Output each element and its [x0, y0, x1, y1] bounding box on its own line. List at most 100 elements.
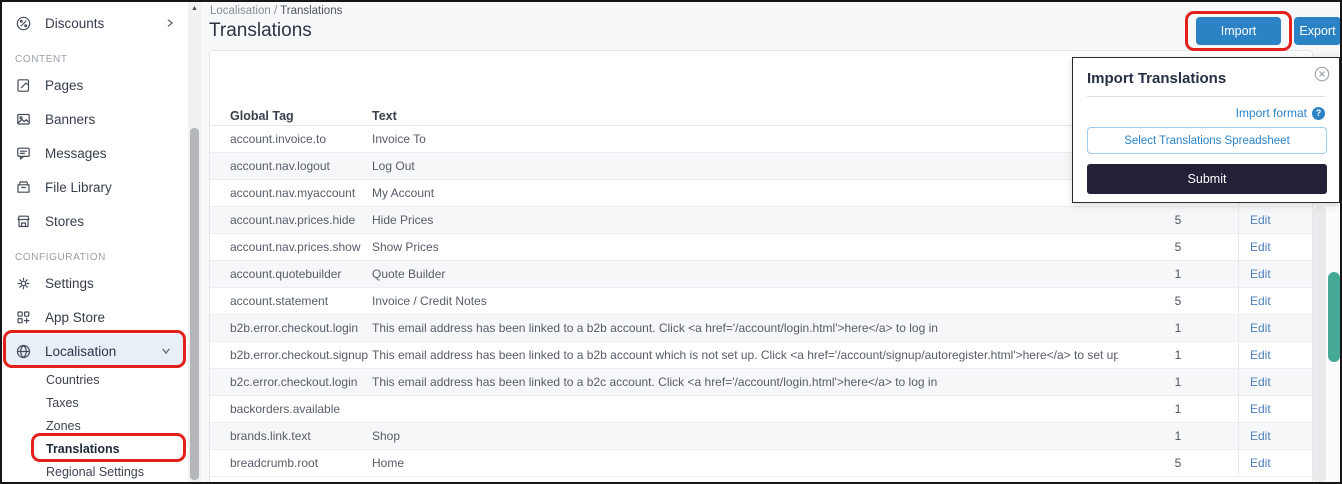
table-row: account.statement Invoice / Credit Notes…: [210, 288, 1312, 315]
cell-count: 1: [1118, 267, 1238, 281]
sidebar-subitem-taxes[interactable]: Taxes: [2, 391, 188, 414]
sidebar-item-pages[interactable]: Pages: [2, 68, 188, 102]
sidebar-item-localisation[interactable]: Localisation: [6, 334, 184, 368]
table-row: b2b.error.checkout.login This email addr…: [210, 315, 1312, 342]
sidebar-item-label: Localisation: [45, 344, 116, 359]
cell-count: 1: [1118, 402, 1238, 416]
sidebar-item-label: Discounts: [45, 16, 104, 31]
cell-text: Invoice To: [372, 132, 1118, 146]
sidebar-item-app-store[interactable]: App Store: [2, 300, 188, 334]
breadcrumb-translations[interactable]: Translations: [280, 5, 342, 17]
cell-count: 1: [1118, 321, 1238, 335]
modal-divider: [1087, 96, 1325, 97]
import-format-link[interactable]: Import format ?: [1236, 106, 1325, 120]
cell-global-tag: backorders.available: [210, 402, 372, 416]
cell-count: 5: [1118, 456, 1238, 470]
edit-link[interactable]: Edit: [1238, 396, 1312, 422]
sidebar-item-label: Banners: [45, 112, 95, 127]
sidebar-subitem-countries[interactable]: Countries: [2, 368, 188, 391]
export-button[interactable]: Export: [1294, 17, 1341, 45]
sidebar: Discounts CONTENT Pages Banners Messages: [2, 2, 188, 482]
table-row: b2c.error.checkout.login This email addr…: [210, 369, 1312, 396]
edit-link[interactable]: Edit: [1238, 423, 1312, 449]
banners-icon: [15, 111, 32, 128]
edit-link[interactable]: Edit: [1238, 288, 1312, 314]
sidebar-item-stores[interactable]: Stores: [2, 204, 188, 238]
cell-global-tag: b2b.error.checkout.login: [210, 321, 372, 335]
close-icon[interactable]: [1314, 66, 1330, 82]
app-store-icon: [15, 309, 32, 326]
sidebar-item-label: Pages: [45, 78, 83, 93]
cell-count: 5: [1118, 240, 1238, 254]
chevron-down-icon: [160, 345, 172, 357]
localisation-icon: [15, 343, 32, 360]
sidebar-scrollbar[interactable]: ▲: [188, 2, 201, 482]
sidebar-section-configuration: CONFIGURATION: [2, 248, 188, 266]
cell-count: 5: [1118, 213, 1238, 227]
sidebar-item-settings[interactable]: Settings: [2, 266, 188, 300]
pages-icon: [15, 77, 32, 94]
sidebar-item-banners[interactable]: Banners: [2, 102, 188, 136]
sidebar-subitem-translations[interactable]: Translations: [2, 437, 188, 460]
column-header-global-tag: Global Tag: [210, 109, 372, 123]
cell-global-tag: brands.link.text: [210, 429, 372, 443]
file-library-icon: [15, 179, 32, 196]
sidebar-subitem-regional-settings[interactable]: Regional Settings: [2, 460, 188, 483]
cell-global-tag: account.quotebuilder: [210, 267, 372, 281]
select-translations-spreadsheet-button[interactable]: Select Translations Spreadsheet: [1087, 127, 1327, 154]
sidebar-item-messages[interactable]: Messages: [2, 136, 188, 170]
discount-icon: [15, 15, 32, 32]
cell-count: 1: [1118, 348, 1238, 362]
import-button[interactable]: Import: [1196, 17, 1281, 45]
sidebar-item-label: Settings: [45, 276, 94, 291]
sidebar-item-label: Messages: [45, 146, 107, 161]
cell-text: My Account: [372, 186, 1118, 200]
cell-text: Shop: [372, 429, 1118, 443]
app-window: Discounts CONTENT Pages Banners Messages: [0, 0, 1342, 484]
sidebar-section-content: CONTENT: [2, 50, 188, 68]
cell-count: 1: [1118, 375, 1238, 389]
sidebar-item-label: File Library: [45, 180, 112, 195]
cell-global-tag: b2c.error.checkout.login: [210, 375, 372, 389]
cell-global-tag: account.nav.prices.hide: [210, 213, 372, 227]
edit-link[interactable]: Edit: [1238, 234, 1312, 260]
sidebar-item-discounts[interactable]: Discounts: [2, 6, 188, 40]
chevron-right-icon: [164, 17, 176, 29]
page-title: Translations: [209, 20, 312, 42]
cell-global-tag: account.nav.logout: [210, 159, 372, 173]
edit-link[interactable]: Edit: [1238, 207, 1312, 233]
cell-text: This email address has been linked to a …: [372, 321, 1118, 335]
table-row: account.quotebuilder Quote Builder 1 Edi…: [210, 261, 1312, 288]
cell-text: Show Prices: [372, 240, 1118, 254]
sidebar-subitem-zones[interactable]: Zones: [2, 414, 188, 437]
sidebar-item-file-library[interactable]: File Library: [2, 170, 188, 204]
edit-link[interactable]: Edit: [1238, 261, 1312, 287]
settings-icon: [15, 275, 32, 292]
cell-text: This email address has been linked to a …: [372, 375, 1118, 389]
cell-global-tag: b2b.error.checkout.signup: [210, 348, 372, 362]
cell-global-tag: account.statement: [210, 294, 372, 308]
edit-link[interactable]: Edit: [1238, 342, 1312, 368]
cell-text: Quote Builder: [372, 267, 1118, 281]
sidebar-scrollbar-thumb[interactable]: [190, 128, 199, 480]
help-icon[interactable]: ?: [1312, 107, 1325, 120]
sidebar-item-label: Stores: [45, 214, 84, 229]
modal-title: Import Translations: [1087, 70, 1226, 87]
edit-link[interactable]: Edit: [1238, 450, 1312, 476]
content-scrollbar-track[interactable]: [1313, 206, 1326, 482]
page-scrollbar-thumb[interactable]: [1328, 272, 1340, 362]
breadcrumb: Localisation / Translations: [210, 5, 342, 17]
stores-icon: [15, 213, 32, 230]
sidebar-item-label: App Store: [45, 310, 105, 325]
cell-global-tag: account.nav.prices.show: [210, 240, 372, 254]
column-header-text: Text: [372, 109, 1118, 123]
messages-icon: [15, 145, 32, 162]
edit-link[interactable]: Edit: [1238, 369, 1312, 395]
edit-link[interactable]: Edit: [1238, 315, 1312, 341]
breadcrumb-separator: /: [274, 5, 277, 17]
cell-text: Invoice / Credit Notes: [372, 294, 1118, 308]
submit-button[interactable]: Submit: [1087, 164, 1327, 194]
scroll-up-arrow-icon[interactable]: ▲: [190, 5, 199, 12]
table-row: backorders.available 1 Edit: [210, 396, 1312, 423]
breadcrumb-localisation[interactable]: Localisation: [210, 5, 271, 17]
